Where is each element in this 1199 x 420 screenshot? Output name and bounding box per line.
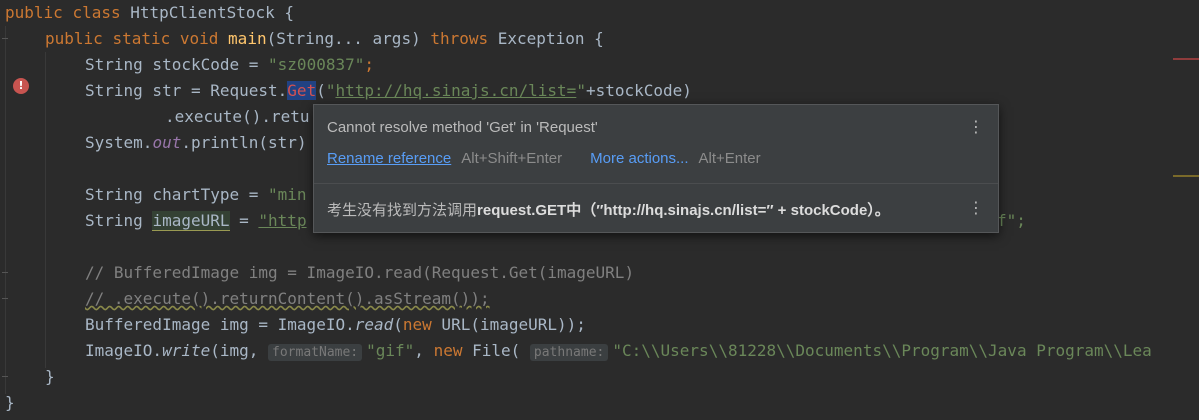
unresolved-method[interactable]: Get [287, 81, 317, 100]
keyword: public [5, 3, 63, 22]
fold-marker[interactable] [2, 298, 8, 299]
code-line-11: BufferedImage img = ImageIO.read(new URL… [85, 312, 586, 338]
comment: // .execute().returnContent().asStream()… [85, 289, 490, 308]
class-name: HttpClientStock [130, 3, 275, 22]
code-line-8: String imageURL = "http [85, 208, 307, 234]
comment: // BufferedImage img = ImageIO.read(Requ… [85, 263, 635, 282]
shortcut-label: Alt+Enter [698, 150, 761, 167]
code-line-2: public static void main(String... args) … [45, 26, 604, 52]
code-line-4: String str = Request.Get( "http://hq.sina… [85, 78, 692, 104]
translation-part: 考生没有找到方法调用 [327, 202, 478, 219]
code-text: .execute().retu [165, 107, 310, 126]
params: (String... args) [266, 29, 431, 48]
parameter-hint: pathname: [529, 344, 609, 361]
error-tooltip-popup: Cannot resolve method 'Get' in 'Request'… [313, 104, 999, 233]
code-text: , [414, 341, 434, 360]
code-line-7: String chartType = "min [85, 182, 307, 208]
highlighted-variable[interactable]: imageURL [152, 211, 230, 231]
string-quote: " [576, 81, 586, 100]
static-field: out [152, 133, 182, 152]
quick-actions: Rename reference Alt+Shift+Enter More acti… [327, 150, 789, 167]
code-line-9: // BufferedImage img = ImageIO.read(Requ… [85, 260, 634, 286]
declaration: String stockCode = [85, 55, 269, 74]
translation-part: （″http://hq.sinajs.cn/list=″ + stockCode… [581, 202, 890, 219]
fold-marker[interactable] [2, 376, 8, 377]
code-text: File( [462, 341, 530, 360]
keyword: new [402, 315, 432, 334]
brace: { [274, 3, 295, 22]
code-line-10: // .execute().returnContent().asStream()… [85, 286, 490, 312]
operator: = [229, 211, 259, 230]
declaration: String chartType = [85, 185, 269, 204]
more-options-icon[interactable]: ⋮ [968, 201, 984, 217]
string-literal: "http [258, 211, 307, 230]
declaration: String str = Request. [85, 81, 288, 100]
indent-guide [5, 26, 6, 394]
static-method: write [162, 341, 211, 360]
string-literal: "gif" [366, 341, 415, 360]
code-text: BufferedImage img = ImageIO. [85, 315, 355, 334]
warning-stripe-mark[interactable] [1173, 175, 1199, 177]
code-line-6: System.out.println(str) [85, 130, 307, 156]
code-text: URL(imageURL)); [431, 315, 586, 334]
brace: } [5, 393, 15, 412]
rename-reference-link[interactable]: Rename reference [327, 150, 451, 167]
keyword: public [45, 29, 103, 48]
indent-guide [45, 52, 46, 368]
more-options-icon[interactable]: ⋮ [968, 120, 984, 136]
code-line-1: public class HttpClientStock { [5, 0, 294, 26]
keyword: class [72, 3, 121, 22]
translation-text: 考生没有找到方法调用request.GET中（″http://hq.sinajs… [327, 199, 890, 220]
fold-marker[interactable] [2, 38, 8, 39]
code-text: .println(str) [181, 133, 307, 152]
paren: ( [393, 315, 403, 334]
keyword: throws [430, 29, 489, 48]
translation-part: request.GET中 [477, 202, 582, 219]
code-text: System. [85, 133, 153, 152]
error-message: Cannot resolve method 'Get' in 'Request' [327, 119, 598, 136]
string-literal: "min [268, 185, 307, 204]
brace: } [45, 367, 55, 386]
url-link[interactable]: http://hq.sinajs.cn/list= [335, 81, 576, 100]
code-line-13: } [45, 364, 55, 390]
error-bulb-icon[interactable]: ! [13, 78, 29, 94]
keyword: void [179, 29, 219, 48]
paren: ( [316, 81, 326, 100]
code-line-3: String stockCode = "sz000837"; [85, 52, 374, 78]
code-line-12: ImageIO.write(img, formatName: "gif", new… [85, 338, 1152, 364]
code-text: ImageIO. [85, 341, 163, 360]
static-method: read [354, 315, 394, 334]
keyword: static [112, 29, 171, 48]
more-actions-link[interactable]: More actions... [590, 150, 688, 167]
shortcut-label: Alt+Shift+Enter [461, 150, 563, 167]
divider [314, 183, 998, 184]
code-line-14: } [5, 390, 15, 416]
semicolon: ; [364, 55, 374, 74]
string-literal: "C:\\Users\\81228\\Documents\\Program\\J… [612, 341, 1152, 360]
code-text: (img, [210, 341, 269, 360]
string-literal: f"; [997, 211, 1026, 230]
parameter-hint: formatName: [268, 344, 363, 361]
expression: +stockCode) [585, 81, 692, 100]
declaration: String [85, 211, 153, 230]
fold-marker[interactable] [2, 272, 8, 273]
code-line-8-tail: f"; [997, 208, 1026, 234]
error-stripe-mark[interactable] [1173, 58, 1199, 60]
keyword: new [433, 341, 463, 360]
exception-type: Exception { [488, 29, 604, 48]
code-line-5: .execute().retu [165, 104, 310, 130]
method-name: main [228, 29, 267, 48]
string-literal: "sz000837" [268, 55, 365, 74]
